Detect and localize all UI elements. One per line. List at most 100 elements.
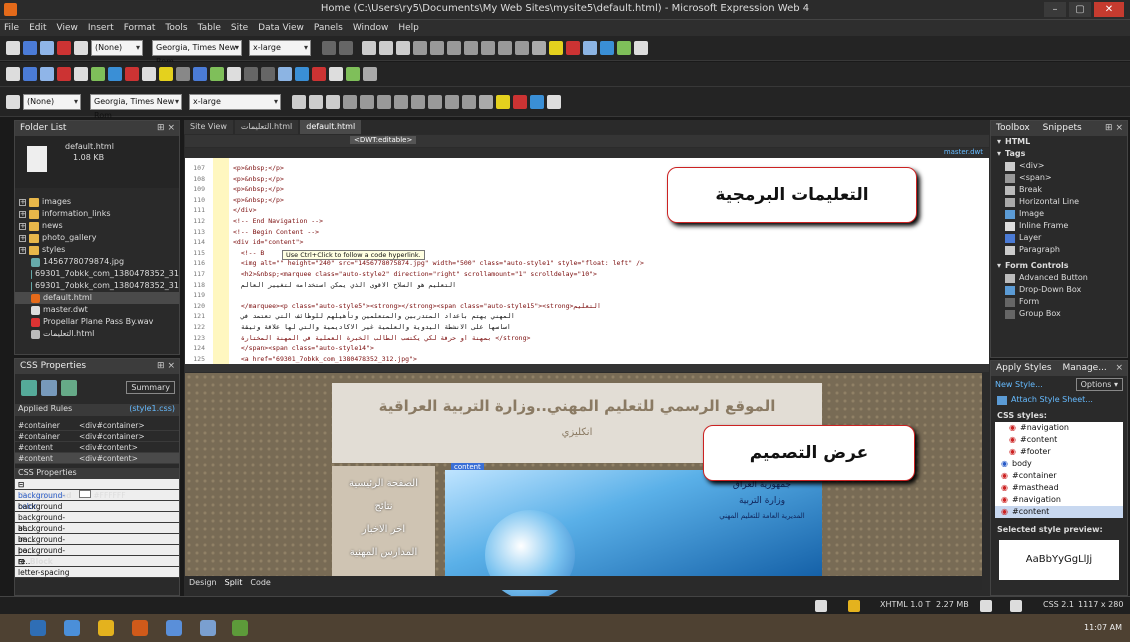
refresh-icon[interactable] [329,67,343,81]
background-group[interactable]: ⊟ Background [15,479,179,500]
pin-icon[interactable]: ⊞ × [157,121,175,136]
tab-snippets[interactable]: Snippets [1043,123,1082,133]
open-icon[interactable] [23,41,37,55]
menu-table[interactable]: Table [198,23,221,33]
copy-icon[interactable] [142,67,156,81]
underline2-icon[interactable] [326,94,340,109]
file-item[interactable]: 69301_7obkk_com_1380478352_31 [15,280,179,292]
html-group[interactable]: ▾ HTML [991,136,1127,148]
start-icon[interactable] [30,620,46,636]
media-icon[interactable] [132,620,148,636]
options-button[interactable]: Options ▾ [1075,378,1123,391]
italic-icon[interactable] [379,41,393,55]
menu-panels[interactable]: Panels [314,23,343,33]
rule-row[interactable]: #content <div#content> [15,442,179,453]
code-line[interactable]: اساسها على الانشطة اليدوية والعلمية غير … [233,323,511,331]
web-component-icon[interactable] [346,67,360,81]
tool-inline-frame[interactable]: Inline Frame [991,220,1127,232]
pin-icon[interactable]: ⊞ × [157,359,175,374]
border-icon[interactable] [532,41,546,55]
property-row[interactable]: background-at... [15,512,179,533]
style-item[interactable]: ◉ #footer [995,446,1123,458]
code-line[interactable]: <div id="content"> [233,238,303,246]
code-line[interactable]: <!-- Begin Content --> [233,228,319,236]
restore-button[interactable]: ▢ [1069,2,1091,17]
expand-icon[interactable]: + [19,198,26,206]
layer2-icon[interactable] [530,94,544,109]
highlight2-icon[interactable] [496,94,510,109]
folder-information-links[interactable]: + information_links [15,208,179,220]
tool-advanced-button[interactable]: Advanced Button [991,272,1127,284]
form-controls-group[interactable]: ▾ Form Controls [991,260,1127,272]
menu-window[interactable]: Window [353,23,389,33]
align-left2-icon[interactable] [343,94,357,109]
new-style-link[interactable]: New Style... [995,380,1043,389]
code-line[interactable]: <!-- End Navigation --> [233,217,323,225]
breadcrumb-tag[interactable]: <DWT:editable> [350,136,417,144]
redo-icon[interactable] [339,41,353,55]
align-right2-icon[interactable] [377,94,391,109]
show-set-properties-icon[interactable] [61,380,77,396]
cut-icon[interactable] [125,67,139,81]
bullet-list-icon[interactable] [462,94,476,109]
bold2-icon[interactable] [292,94,306,109]
publish-site-icon[interactable] [57,67,71,81]
borders-icon[interactable] [479,94,493,109]
code-line[interactable]: <h2>&nbsp;<marquee class="auto-style2" d… [233,270,597,278]
size-select-2[interactable]: x-large [189,93,281,110]
style-item[interactable]: ◉ body [995,458,1123,470]
ltr-icon[interactable] [411,94,425,109]
rule-row[interactable]: #container <div#container> [15,431,179,442]
print-icon[interactable] [74,67,88,81]
style-item[interactable]: ◉ #navigation [995,422,1123,434]
folder-styles[interactable]: + styles [15,244,179,256]
preview-browser-icon[interactable] [108,67,122,81]
tool-break[interactable]: Break [991,184,1127,196]
pilcrow-icon[interactable] [6,94,20,109]
code-line[interactable]: <p>&nbsp;</p> [233,164,284,172]
undo2-icon[interactable] [244,67,258,81]
property-row[interactable]: background-re... [15,545,179,566]
split-view-tab[interactable]: Split [225,576,243,590]
menu-data-view[interactable]: Data View [258,23,304,33]
minimize-button[interactable]: – [1044,2,1066,17]
style-item[interactable]: ◉ #container [995,470,1123,482]
file-item[interactable]: التعليمات.html [15,328,179,340]
align-center2-icon[interactable] [360,94,374,109]
applied-rules-link[interactable]: (style1.css) [129,404,175,413]
page-icon[interactable] [815,600,827,612]
code-line[interactable]: </marquee><p class="auto-style5"><strong… [233,302,601,310]
new-icon[interactable] [6,67,20,81]
code-line[interactable]: <a href="69301_7obkk_com_1380478352_312.… [233,355,417,363]
background-color-row[interactable]: background-color #FFFFFF [15,490,179,511]
publish-icon[interactable] [57,41,71,55]
rule-row[interactable]: #container <div#container> [15,420,179,431]
css-level-label[interactable]: CSS 2.1 [1043,600,1074,609]
outdent-icon[interactable] [498,41,512,55]
bold-icon[interactable] [362,41,376,55]
tool-horizontal-line[interactable]: Horizontal Line [991,196,1127,208]
tool-form[interactable]: Form [991,296,1127,308]
show-all-icon[interactable] [363,67,377,81]
preview-icon[interactable] [74,41,88,55]
style-item-selected[interactable]: ◉ #content [995,506,1123,518]
justify-icon[interactable] [394,94,408,109]
menu-tools[interactable]: Tools [165,23,187,33]
doctype-label[interactable]: XHTML 1.0 T [880,600,930,609]
file-item[interactable]: 69301_7obkk_com_1380478352_31 [15,268,179,280]
tool-layer[interactable]: Layer [991,232,1127,244]
size-select[interactable]: x-large [249,40,311,56]
highlight-icon[interactable] [549,41,563,55]
page-mode-icon[interactable] [1010,600,1022,612]
paragraph2-icon[interactable] [547,94,561,109]
tool-div[interactable]: <div> [991,160,1127,172]
word-icon[interactable] [200,620,216,636]
menu-help[interactable]: Help [398,23,419,33]
tab-default-html[interactable]: default.html [300,120,362,134]
property-row[interactable]: background [15,501,179,512]
block-group[interactable]: ⊟ Block [15,556,179,567]
design-view-tab[interactable]: Design [189,576,217,590]
rule-row-selected[interactable]: #content <div#content> [15,453,179,464]
chrome-icon[interactable] [166,620,182,636]
tab-site-view[interactable]: Site View [184,120,233,134]
